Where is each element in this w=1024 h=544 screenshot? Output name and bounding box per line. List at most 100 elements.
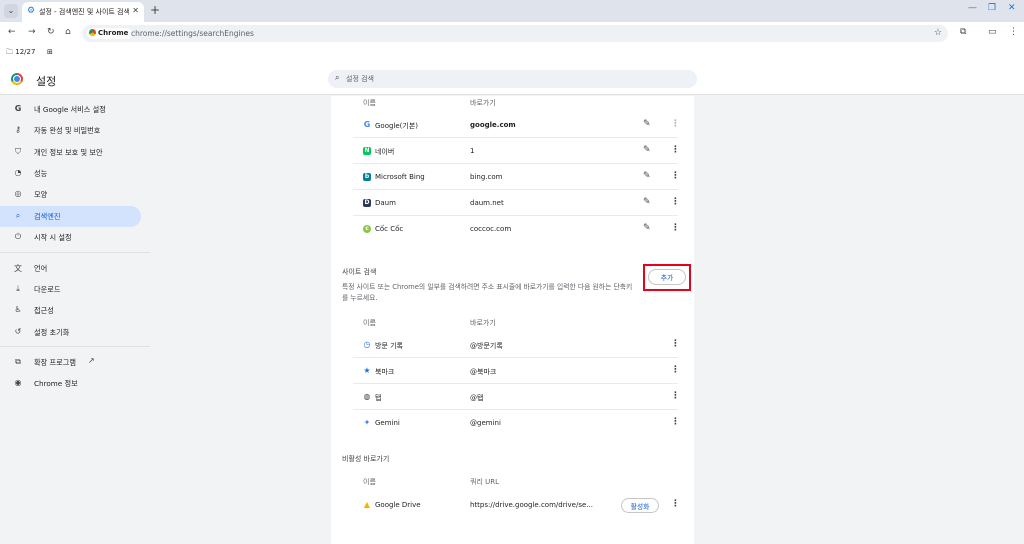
tab-settings[interactable]: ⚙ 설정 - 검색엔진 및 사이트 검색 ✕ xyxy=(22,2,144,22)
more-vert-icon[interactable]: ⋮ xyxy=(671,339,680,349)
speedometer-icon: ◔ xyxy=(14,168,22,177)
sidebar-item-accessibility[interactable]: ♿ 접근성 xyxy=(0,300,141,321)
search-input[interactable] xyxy=(346,73,686,85)
more-vert-icon[interactable]: ⋮ xyxy=(671,365,680,375)
restore-icon[interactable]: ❐ xyxy=(988,3,996,13)
close-icon[interactable]: ✕ xyxy=(132,6,139,15)
column-header-name: 이름 xyxy=(363,319,376,327)
site-search-row: ✦ Gemini @gemini ⋮ xyxy=(353,410,680,436)
activate-button[interactable]: 활성화 xyxy=(621,498,659,513)
sidebar-item-appearance[interactable]: ◎ 모양 xyxy=(0,184,141,205)
sidebar-item-autofill[interactable]: ⚷ 자동 완성 및 비밀번호 xyxy=(0,120,141,141)
site-search-title: 사이트 검색 xyxy=(342,268,377,276)
site-search-row: ◷ 방문 기록 @방문기록 ⋮ xyxy=(353,332,680,358)
gemini-sparkle-icon: ✦ xyxy=(363,418,371,427)
extensions-puzzle-icon[interactable]: ⧉ xyxy=(960,27,966,37)
address-bar[interactable]: Chrome chrome://settings/searchEngines ☆ xyxy=(82,25,948,42)
site-search-row: ★ 북마크 @북마크 ⋮ xyxy=(353,358,680,384)
edit-pencil-icon[interactable]: ✎ xyxy=(643,119,651,129)
sidebar-item-label: 성능 xyxy=(34,169,48,178)
sidebar-item-downloads[interactable]: ⤓ 다운로드 xyxy=(0,279,141,300)
search-icon: ⌕ xyxy=(335,73,340,82)
external-link-icon: ↗ xyxy=(88,356,95,365)
forward-arrow-icon[interactable]: → xyxy=(28,27,36,37)
settings-header: 설정 ⌕ xyxy=(0,63,1024,95)
window-close-icon[interactable]: ✕ xyxy=(1008,3,1016,13)
search-engines-card: 이름 바로가기 G Google(기본) google.com ✎ ⋮ N 네이… xyxy=(331,96,694,544)
more-vert-icon[interactable]: ⋮ xyxy=(671,197,680,207)
more-vert-icon[interactable]: ⋮ xyxy=(1009,27,1018,37)
engine-shortcut: 1 xyxy=(470,147,475,155)
cast-icon[interactable]: ▭ xyxy=(988,27,997,37)
back-arrow-icon[interactable]: ← xyxy=(8,27,16,37)
sidebar-item-label: 다운로드 xyxy=(34,285,61,294)
globe-icon: ◍ xyxy=(363,392,371,401)
sidebar-item-about-chrome[interactable]: ◉ Chrome 정보 xyxy=(0,373,141,394)
sidebar-item-extensions[interactable]: ⧉ 확장 프로그램 ↗ xyxy=(0,352,141,373)
highlight-box xyxy=(643,264,691,291)
sidebar-item-reset[interactable]: ↺ 설정 초기화 xyxy=(0,322,141,343)
more-vert-icon[interactable]: ⋮ xyxy=(671,145,680,155)
home-icon[interactable]: ⌂ xyxy=(65,27,71,37)
tab-search-chevron-icon[interactable]: ⌄ xyxy=(4,4,18,18)
bookmark-star-icon: ★ xyxy=(363,366,371,375)
key-icon: ⚷ xyxy=(15,125,21,134)
more-vert-icon[interactable]: ⋮ xyxy=(671,391,680,401)
settings-search[interactable]: ⌕ xyxy=(328,70,697,88)
history-icon: ◷ xyxy=(363,340,371,349)
edit-pencil-icon[interactable]: ✎ xyxy=(643,171,651,181)
column-header-name: 이름 xyxy=(363,99,376,107)
reload-icon[interactable]: ↻ xyxy=(47,27,55,37)
search-engine-row: D Daum daum.net ✎ ⋮ xyxy=(353,190,680,216)
site-search-shortcut: @북마크 xyxy=(470,368,497,376)
more-vert-icon[interactable]: ⋮ xyxy=(671,171,680,181)
engine-name: Microsoft Bing xyxy=(375,173,425,181)
sidebar-item-label: 모양 xyxy=(34,190,48,199)
edit-pencil-icon[interactable]: ✎ xyxy=(643,197,651,207)
tab-title: 설정 - 검색엔진 및 사이트 검색 xyxy=(39,8,129,16)
sidebar-item-label: 확장 프로그램 xyxy=(34,358,76,367)
inactive-url: https://drive.google.com/drive/se... xyxy=(470,501,593,509)
site-search-description: 특정 사이트 또는 Chrome의 일부를 검색하려면 주소 표시줄에 바로가기… xyxy=(342,283,633,302)
site-search-shortcut: @탭 xyxy=(470,394,484,402)
minimize-icon[interactable]: — xyxy=(968,3,977,13)
new-tab-plus-icon[interactable]: + xyxy=(150,3,160,17)
site-search-name: 방문 기록 xyxy=(375,342,403,350)
sidebar-item-privacy[interactable]: ⛉ 개인 정보 보호 및 보안 xyxy=(0,142,141,163)
engine-shortcut: google.com xyxy=(470,121,516,129)
more-vert-icon[interactable]: ⋮ xyxy=(671,417,680,427)
sidebar-item-google-services[interactable]: G 내 Google 서비스 설정 xyxy=(0,99,141,120)
chrome-icon: ◉ xyxy=(14,378,22,387)
edit-pencil-icon[interactable]: ✎ xyxy=(643,145,651,155)
url-text: chrome://settings/searchEngines xyxy=(131,29,254,38)
search-engine-row: c Cốc Cốc coccoc.com ✎ ⋮ xyxy=(353,216,680,242)
sidebar-item-languages[interactable]: 文 언어 xyxy=(0,258,141,279)
column-header-shortcut: 바로가기 xyxy=(470,319,496,327)
bookmark-folder[interactable]: 🗀 12/27 xyxy=(6,48,35,59)
inactive-shortcuts-title: 비활성 바로가기 xyxy=(342,455,390,463)
site-search-name: Gemini xyxy=(375,419,400,427)
engine-shortcut: bing.com xyxy=(470,173,503,181)
site-search-name: 탭 xyxy=(375,394,382,402)
more-vert-icon[interactable]: ⋮ xyxy=(671,499,680,509)
site-chip[interactable]: Chrome xyxy=(87,28,133,39)
inactive-name: Google Drive xyxy=(375,501,421,509)
accessibility-icon: ♿ xyxy=(14,305,22,314)
apps-grid-icon[interactable]: ⊞ xyxy=(47,48,53,56)
search-engine-row: G Google(기본) google.com ✎ ⋮ xyxy=(353,112,680,138)
coccoc-icon: c xyxy=(363,225,371,233)
edit-pencil-icon[interactable]: ✎ xyxy=(643,223,651,233)
folder-icon: 🗀 xyxy=(6,48,13,56)
sidebar-item-label: 자동 완성 및 비밀번호 xyxy=(34,126,101,135)
bing-icon: b xyxy=(363,173,371,181)
sidebar-item-performance[interactable]: ◔ 성능 xyxy=(0,163,141,184)
sidebar: G 내 Google 서비스 설정 ⚷ 자동 완성 및 비밀번호 ⛉ 개인 정보… xyxy=(0,96,150,544)
sidebar-item-search-engine[interactable]: ⌕ 검색엔진 xyxy=(0,206,141,227)
page-title: 설정 xyxy=(36,75,57,88)
more-vert-icon[interactable]: ⋮ xyxy=(671,223,680,233)
more-vert-icon[interactable]: ⋮ xyxy=(671,119,680,129)
star-icon[interactable]: ☆ xyxy=(934,28,942,38)
reset-icon: ↺ xyxy=(14,327,22,336)
search-engine-row: N 네이버 1 ✎ ⋮ xyxy=(353,138,680,164)
sidebar-item-on-startup[interactable]: ⏻ 시작 시 설정 xyxy=(0,227,141,248)
